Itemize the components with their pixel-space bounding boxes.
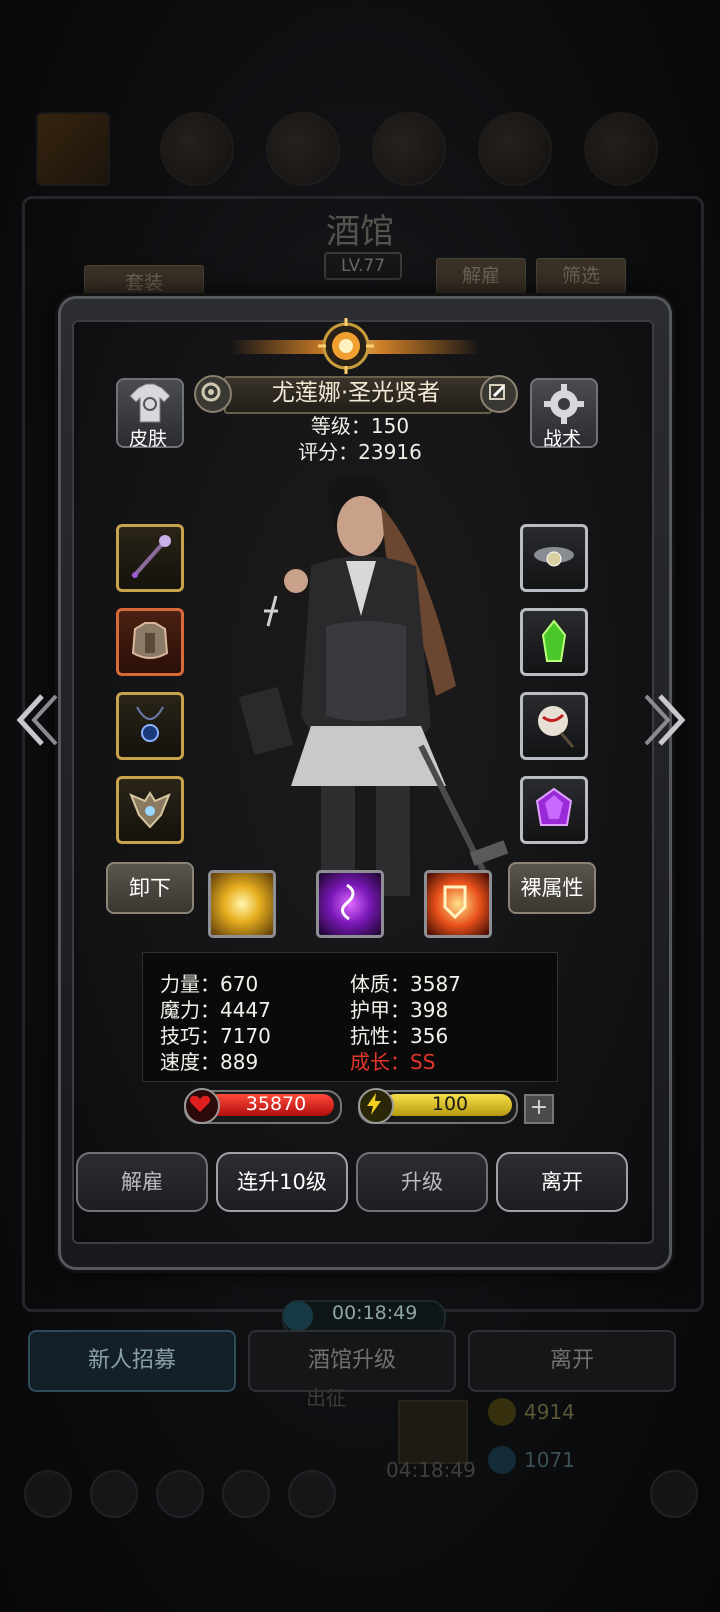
holy-rune-icon[interactable] <box>316 870 384 938</box>
unequip-button[interactable]: 卸下 <box>106 862 194 914</box>
add-energy-button[interactable]: + <box>524 1094 554 1124</box>
stat-growth: 成长：SS <box>350 1050 436 1074</box>
flame-shield-icon[interactable] <box>424 870 492 938</box>
scroll-icon <box>538 706 575 748</box>
top-menu-icon <box>478 112 552 186</box>
nav-icon <box>650 1470 698 1518</box>
filter-button: 筛选 <box>536 258 626 294</box>
stat-magic: 魔力：4447 <box>160 998 271 1022</box>
top-menu-icon <box>160 112 234 186</box>
shirt-icon <box>129 383 171 423</box>
stat-resistance: 抗性：356 <box>350 1024 449 1048</box>
gold-icon <box>488 1398 516 1426</box>
sun-emblem-icon <box>318 318 374 374</box>
gem-amount: 1071 <box>524 1448 575 1472</box>
level-up-10-button[interactable]: 连升10级 <box>216 1152 348 1212</box>
leave-button[interactable]: 离开 <box>496 1152 628 1212</box>
stat-skill: 技巧：7170 <box>160 1024 271 1048</box>
purple-gem-icon <box>535 787 573 826</box>
bottom-timer: 04:18:49 <box>386 1458 476 1482</box>
nav-icon <box>90 1470 138 1518</box>
green-crystal-icon <box>541 619 567 662</box>
staff-icon <box>131 535 171 579</box>
stat-strength: 力量：670 <box>160 972 259 996</box>
hero-score: 评分：23916 <box>298 440 422 464</box>
clock-icon <box>283 1301 313 1331</box>
amulet-icon <box>136 706 164 742</box>
armor-icon <box>131 622 169 659</box>
cloud-orb-icon <box>534 547 574 567</box>
previous-hero-arrow-icon[interactable] <box>12 690 62 750</box>
bg-dismiss-button: 解雇 <box>436 258 526 294</box>
stat-constitution: 体质：3587 <box>350 972 461 996</box>
gold-amount: 4914 <box>524 1400 575 1424</box>
march-label: 出征 <box>306 1386 346 1410</box>
refresh-timer: 00:18:49 <box>332 1302 418 1324</box>
stat-armor: 护甲：398 <box>350 998 449 1022</box>
dismiss-button[interactable]: 解雇 <box>76 1152 208 1212</box>
weapon-slot[interactable] <box>116 524 184 592</box>
tavern-upgrade-button: 酒馆升级 <box>248 1330 456 1392</box>
top-menu-icon <box>266 112 340 186</box>
base-attributes-button[interactable]: 裸属性 <box>508 862 596 914</box>
accessory-slot-3[interactable] <box>520 692 588 760</box>
gift-icon <box>398 1400 468 1464</box>
hero-portrait <box>236 475 509 906</box>
hero-avatar-icon <box>36 112 110 186</box>
nav-icon <box>222 1470 270 1518</box>
bg-leave-button: 离开 <box>468 1330 676 1392</box>
top-menu-icon <box>584 112 658 186</box>
accessory-slot-4[interactable] <box>520 776 588 844</box>
accessory-slot-2[interactable] <box>520 608 588 676</box>
tactics-label: 战术 <box>542 428 581 450</box>
edit-name-icon[interactable] <box>480 375 518 413</box>
skin-label: 皮肤 <box>128 428 167 450</box>
nav-icon <box>24 1470 72 1518</box>
emblem-icon <box>129 791 171 829</box>
tavern-level: LV.77 <box>324 252 402 280</box>
stat-speed: 速度：889 <box>160 1050 259 1074</box>
nav-icon <box>288 1470 336 1518</box>
hero-level: 等级：150 <box>310 414 410 438</box>
amulet-slot[interactable] <box>116 692 184 760</box>
emblem-slot[interactable] <box>116 776 184 844</box>
screen-title: 酒馆 <box>326 212 394 252</box>
energy-value: 100 <box>431 1093 469 1115</box>
recruit-button: 新人招募 <box>28 1330 236 1392</box>
nav-icon <box>156 1470 204 1518</box>
hp-value: 35870 <box>245 1093 307 1115</box>
next-hero-arrow-icon[interactable] <box>640 690 690 750</box>
armor-slot[interactable] <box>116 608 184 676</box>
top-menu-icon <box>372 112 446 186</box>
light-burst-icon[interactable] <box>208 870 276 938</box>
level-up-button[interactable]: 升级 <box>356 1152 488 1212</box>
gem-icon <box>488 1446 516 1474</box>
accessory-slot-1[interactable] <box>520 524 588 592</box>
gear-large-icon <box>544 384 584 424</box>
hero-name: 尤莲娜·圣光贤者 <box>271 380 441 406</box>
